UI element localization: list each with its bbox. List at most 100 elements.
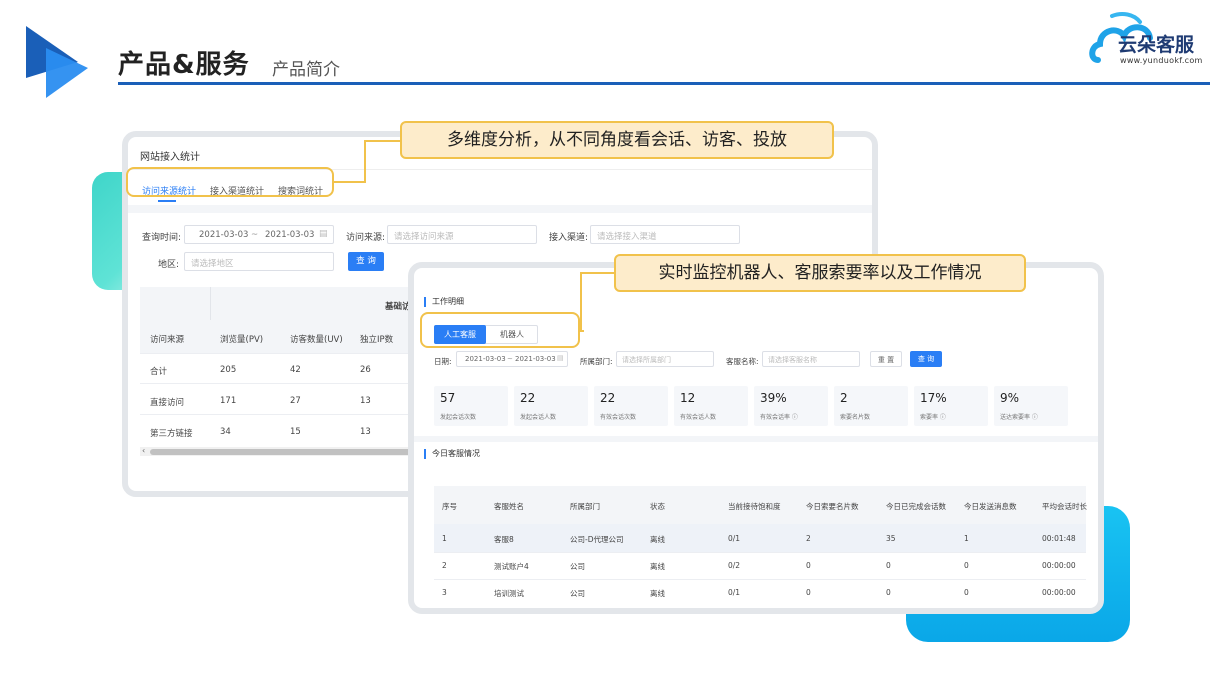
stat-card: 2 索要名片数 (834, 386, 908, 426)
date-end: 2021-03-03 (265, 230, 315, 240)
col-header: 客服姓名 (494, 502, 524, 511)
callout-realtime-monitor: 实时监控机器人、客服索要率以及工作情况 (614, 254, 1026, 292)
scrollbar-thumb[interactable] (150, 449, 430, 455)
table-cell: 0/2 (728, 561, 741, 570)
callout-connector (364, 140, 400, 142)
stat-card: 39% 有效会话率 ⓘ (754, 386, 828, 426)
date-start: 2021-03-03 (465, 355, 506, 363)
col-header-ip: 独立IP数 (360, 335, 394, 345)
page-subtitle: 产品简介 (272, 60, 340, 80)
stat-label: 有效会话次数 (600, 414, 637, 421)
table-cell: 171 (220, 396, 237, 406)
table-divider (210, 287, 211, 320)
date-range-input[interactable]: 2021-03-03 ~ 2021-03-03 ▤ (184, 225, 334, 244)
region-label: 地区: (158, 260, 180, 270)
query-button[interactable]: 查 询 (910, 351, 942, 367)
row-divider (434, 579, 1086, 580)
table-cell: 0/1 (728, 534, 741, 543)
table-cell: 0 (886, 561, 891, 570)
section-title-work-detail: 工作明细 (432, 297, 464, 306)
table-cell: 34 (220, 427, 231, 437)
section-title-today: 今日客服情况 (432, 449, 480, 458)
col-header-source: 访问来源 (150, 335, 185, 345)
query-time-label: 查询时间: (142, 233, 182, 243)
callout-connector (334, 181, 364, 183)
callout-connector (580, 272, 614, 274)
dept-label: 所属部门: (580, 357, 613, 366)
table-cell: 27 (290, 396, 301, 406)
table-cell: 00:01:48 (1042, 534, 1076, 543)
callout-connector (364, 140, 366, 183)
region-select[interactable]: 请选择地区 (184, 252, 334, 271)
active-tab-indicator (158, 200, 176, 202)
table-cell: 培训测试 (494, 589, 524, 598)
table-cell: 合计 (150, 367, 168, 377)
access-channel-select[interactable]: 请选择接入渠道 (590, 225, 740, 244)
stat-value: 39% (760, 391, 787, 405)
date-range-input[interactable]: 2021-03-03 ~ 2021-03-03 ▤ (456, 351, 568, 367)
brand-play-logo-icon (26, 26, 88, 98)
stat-value: 22 (520, 391, 536, 405)
callout-connector (580, 272, 582, 332)
dept-select[interactable]: 请选择所属部门 (616, 351, 714, 367)
stat-card: 12 有效会话人数 (674, 386, 748, 426)
visit-source-select[interactable]: 请选择访问来源 (387, 225, 537, 244)
table-cell: 15 (290, 427, 301, 437)
stat-label: 发起会话次数 (440, 414, 477, 421)
calendar-icon: ▤ (319, 229, 328, 239)
stat-label: 索要率 ⓘ (920, 414, 946, 421)
scroll-left-arrow-icon[interactable]: ‹ (142, 446, 145, 455)
table-cell: 公司 (570, 562, 585, 571)
stat-value: 9% (1000, 391, 1020, 405)
source-label: 访问来源: (346, 233, 386, 243)
table-cell: 0 (806, 588, 811, 597)
col-header: 今日发送消息数 (964, 502, 1017, 511)
table-cell: 205 (220, 365, 237, 375)
agent-name-input[interactable]: 请选择客服名称 (762, 351, 860, 367)
stat-label: 送达索要率 ⓘ (1000, 414, 1038, 421)
tabs-highlight-outline (126, 167, 334, 197)
date-end: 2021-03-03 (515, 355, 556, 363)
stat-label: 索要名片数 (840, 414, 871, 421)
table-cell: 13 (360, 427, 371, 437)
table-cell: 离线 (650, 589, 665, 598)
table-cell: 13 (360, 396, 371, 406)
table-cell: 42 (290, 365, 301, 375)
date-start: 2021-03-03 (199, 230, 249, 240)
col-header: 状态 (650, 502, 665, 511)
stat-label: 有效会话人数 (680, 414, 717, 421)
stat-card: 22 有效会话次数 (594, 386, 668, 426)
page-title: 产品&服务 (118, 50, 250, 80)
date-label: 日期: (434, 357, 452, 366)
reset-button[interactable]: 重 置 (870, 351, 902, 367)
col-header: 平均会话时长 (1042, 502, 1087, 511)
col-header: 所属部门 (570, 502, 600, 511)
section-band (128, 205, 872, 213)
stat-card: 57 发起会话次数 (434, 386, 508, 426)
table-cell: 0 (806, 561, 811, 570)
stat-value: 22 (600, 391, 616, 405)
col-header: 今日已完成会话数 (886, 502, 946, 511)
section-band (414, 436, 1098, 442)
date-separator: ~ (251, 230, 259, 240)
table-cell: 公司 (570, 589, 585, 598)
table-cell: 客服8 (494, 535, 514, 544)
table-cell: 00:00:00 (1042, 561, 1076, 570)
col-header: 序号 (442, 502, 457, 511)
col-header-uv: 访客数量(UV) (290, 335, 343, 345)
table-cell: 0/1 (728, 588, 741, 597)
stat-card: 9% 送达索要率 ⓘ (994, 386, 1068, 426)
stat-label: 发起会话人数 (520, 414, 557, 421)
header-divider (118, 82, 1210, 85)
brand-url: www.yunduokf.com (1120, 56, 1203, 65)
channel-label: 接入渠道: (549, 233, 589, 243)
col-header: 今日索要名片数 (806, 502, 859, 511)
table-row-highlight (434, 524, 1086, 552)
date-separator: ~ (507, 355, 513, 363)
table-cell: 1 (964, 534, 969, 543)
panel-title: 网站接入统计 (140, 152, 200, 163)
section-marker (424, 297, 426, 307)
query-button[interactable]: 查 询 (348, 252, 384, 271)
table-cell: 0 (886, 588, 891, 597)
table-cell: 2 (442, 561, 447, 570)
